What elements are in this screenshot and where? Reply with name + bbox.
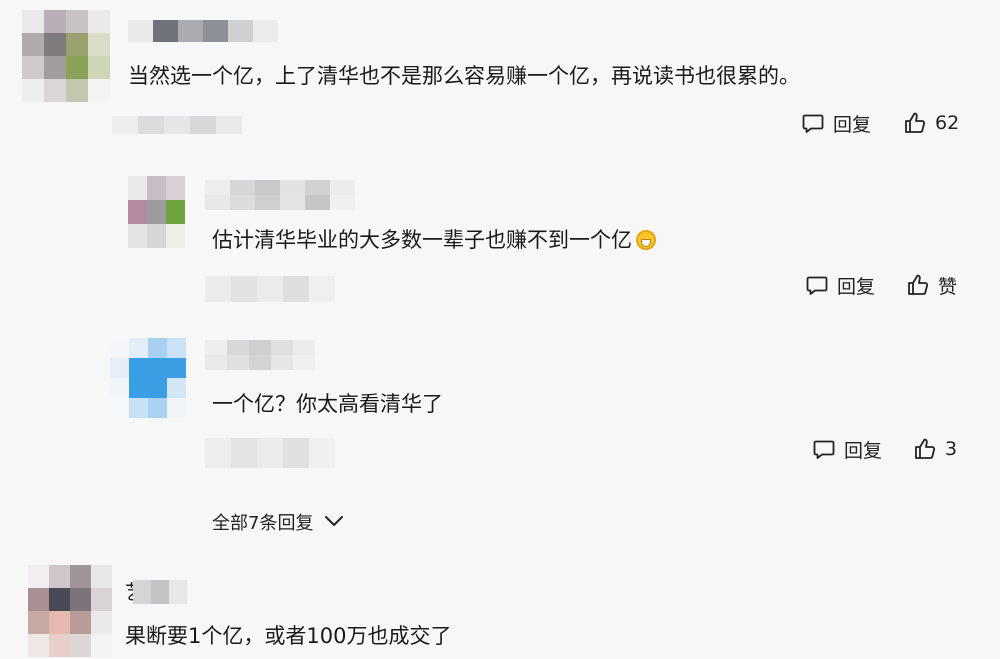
expand-replies-button[interactable]: 全部7条回复 — [212, 507, 345, 537]
comment-text: 果断要1个亿，或者100万也成交了 — [125, 624, 452, 648]
timestamp — [112, 116, 242, 134]
comment-text: 一个亿？你太高看清华了 — [212, 392, 443, 416]
avatar[interactable] — [28, 565, 112, 657]
reply-button[interactable]: 回复 — [812, 434, 882, 464]
like-button[interactable]: 赞 — [906, 270, 957, 300]
comment-bubble-icon — [801, 111, 825, 135]
timestamp — [205, 276, 335, 302]
reply-label: 回复 — [833, 113, 872, 136]
username[interactable] — [205, 340, 315, 370]
comment-bubble-icon — [805, 273, 829, 297]
thumbs-up-icon — [903, 111, 927, 135]
thumbs-up-icon — [906, 273, 930, 297]
grinning-face-emoji-icon — [636, 230, 656, 250]
timestamp — [205, 438, 335, 468]
username-partial[interactable]: 艺 — [125, 580, 187, 604]
avatar[interactable] — [128, 176, 186, 248]
reply-button[interactable]: 回复 — [805, 270, 875, 300]
reply-label: 回复 — [844, 439, 883, 462]
username-mosaic — [133, 580, 187, 604]
like-label: 赞 — [938, 275, 958, 298]
thumbs-up-icon — [913, 437, 937, 461]
username[interactable] — [205, 180, 355, 210]
comment-text: 估计清华毕业的大多数一辈子也赚不到一个亿 — [212, 226, 656, 254]
chevron-down-icon — [313, 512, 345, 533]
avatar[interactable] — [110, 338, 186, 418]
reply-label: 回复 — [837, 275, 876, 298]
comment-text: 当然选一个亿，上了清华也不是那么容易赚一个亿，再说读书也很累的。 — [128, 64, 800, 88]
expand-replies-label: 全部7条回复 — [212, 513, 314, 534]
comment-bubble-icon — [812, 437, 836, 461]
like-count: 62 — [935, 112, 960, 134]
like-button[interactable]: 3 — [913, 434, 957, 464]
like-button[interactable]: 62 — [903, 108, 959, 138]
like-count: 3 — [945, 438, 958, 460]
avatar[interactable] — [22, 10, 110, 102]
comment-text-content: 估计清华毕业的大多数一辈子也赚不到一个亿 — [212, 228, 632, 252]
username[interactable] — [128, 20, 278, 42]
reply-button[interactable]: 回复 — [801, 108, 871, 138]
